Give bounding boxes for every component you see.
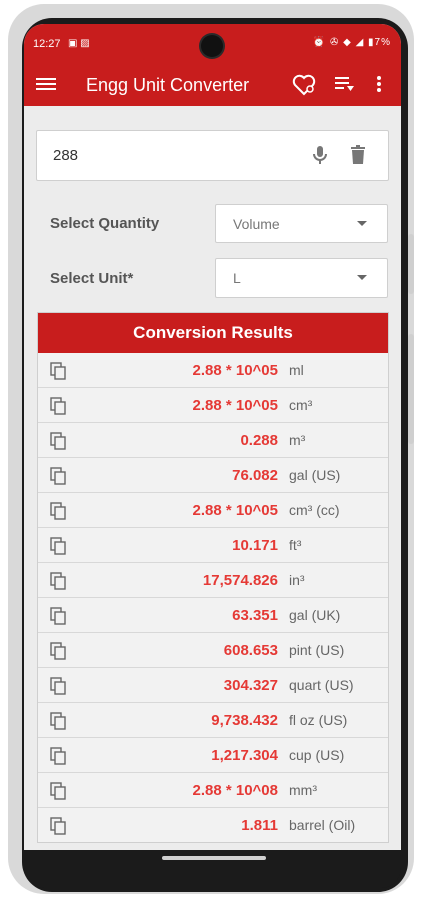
result-row: 2.88 * 10^08 mm³	[38, 772, 388, 807]
navigation-bar	[24, 850, 401, 888]
copy-icon[interactable]	[50, 677, 66, 695]
result-row: 76.082 gal (US)	[38, 457, 388, 492]
result-unit: ml	[289, 362, 304, 378]
value-input[interactable]: 288	[36, 130, 389, 181]
copy-icon[interactable]	[50, 572, 66, 590]
result-value: 608.653	[223, 642, 278, 659]
copy-icon[interactable]	[50, 607, 66, 625]
result-value: 0.288	[240, 432, 278, 449]
result-value: 2.88 * 10^05	[192, 397, 279, 414]
result-value: 63.351	[232, 607, 278, 624]
copy-icon[interactable]	[50, 747, 66, 765]
result-unit: mm³	[289, 782, 317, 798]
microphone-icon[interactable]	[308, 143, 332, 167]
result-unit: cm³	[289, 397, 313, 413]
side-button	[408, 334, 414, 444]
result-unit: ft³	[289, 537, 302, 553]
copy-icon[interactable]	[50, 817, 66, 835]
system-icons: ⏰ ✇ ◆ ◢ ▮7%	[312, 37, 391, 48]
more-options-icon[interactable]	[376, 74, 382, 99]
result-row: 17,574.826 in³	[38, 562, 388, 597]
unit-value: L	[233, 270, 241, 286]
result-value: 1.811	[241, 817, 278, 834]
result-unit: quart (US)	[289, 677, 354, 693]
unit-select[interactable]: L	[215, 258, 388, 298]
delete-icon[interactable]	[346, 143, 370, 167]
quantity-select[interactable]: Volume	[215, 204, 388, 243]
copy-icon[interactable]	[50, 502, 66, 520]
copy-icon[interactable]	[50, 782, 66, 800]
app-title: Engg Unit Converter	[86, 75, 250, 95]
result-value: 17,574.826	[202, 572, 278, 589]
result-row: 608.653 pint (US)	[38, 632, 388, 667]
result-row: 2.88 * 10^05 ml	[38, 353, 388, 387]
result-value: 2.88 * 10^08	[192, 782, 279, 799]
unit-label: Select Unit*	[50, 270, 134, 287]
result-value: 2.88 * 10^05	[192, 502, 279, 519]
result-value: 76.082	[232, 467, 278, 484]
result-unit: gal (UK)	[289, 607, 341, 623]
result-value: 9,738.432	[211, 712, 278, 729]
camera-cutout	[201, 35, 223, 57]
input-value[interactable]: 288	[53, 147, 78, 164]
result-unit: fl oz (US)	[289, 712, 348, 728]
status-time: 12:27	[33, 38, 61, 50]
status-bar: 12:27 ▣ ▨ ⏰ ✇ ◆ ◢ ▮7%	[24, 24, 401, 64]
app-bar: Engg Unit Converter	[24, 64, 401, 106]
copy-icon[interactable]	[50, 642, 66, 660]
result-unit: cup (US)	[289, 747, 345, 763]
chevron-down-icon	[357, 275, 367, 280]
favorite-heart-icon[interactable]	[292, 74, 316, 101]
copy-icon[interactable]	[50, 712, 66, 730]
filter-list-icon[interactable]	[334, 74, 356, 99]
result-value: 10.171	[232, 537, 278, 554]
result-value: 304.327	[223, 677, 278, 694]
result-unit: gal (US)	[289, 467, 341, 483]
result-value: 1,217.304	[211, 747, 278, 764]
result-row: 1,217.304 cup (US)	[38, 737, 388, 772]
copy-icon[interactable]	[50, 467, 66, 485]
copy-icon[interactable]	[50, 537, 66, 555]
result-row: 2.88 * 10^05 cm³ (cc)	[38, 492, 388, 527]
menu-icon[interactable]	[36, 75, 56, 95]
quantity-value: Volume	[233, 216, 280, 232]
result-unit: pint (US)	[289, 642, 345, 658]
result-unit: in³	[289, 572, 305, 588]
chevron-down-icon	[357, 221, 367, 226]
result-row: 1.811 barrel (Oil)	[38, 807, 388, 842]
copy-icon[interactable]	[50, 432, 66, 450]
result-row: 304.327 quart (US)	[38, 667, 388, 702]
results-header: Conversion Results	[38, 313, 388, 353]
result-value: 2.88 * 10^05	[192, 362, 279, 379]
result-unit: barrel (Oil)	[289, 817, 356, 833]
result-row: 10.171 ft³	[38, 527, 388, 562]
volume-button	[408, 234, 414, 294]
copy-icon[interactable]	[50, 397, 66, 415]
notification-icons: ▣ ▨	[68, 38, 90, 49]
result-unit: cm³ (cc)	[289, 502, 340, 518]
quantity-label: Select Quantity	[50, 215, 160, 232]
result-unit: m³	[289, 432, 306, 448]
home-indicator[interactable]	[162, 856, 266, 860]
result-row: 9,738.432 fl oz (US)	[38, 702, 388, 737]
screen: 12:27 ▣ ▨ ⏰ ✇ ◆ ◢ ▮7% Engg Unit Converte…	[24, 24, 401, 850]
result-row: 2.88 * 10^05 cm³	[38, 387, 388, 422]
results-rows: 2.88 * 10^05 ml 2.88 * 10^05 cm³ 0.288 m³ 76.0…	[38, 353, 388, 842]
results-table: Conversion Results 2.88 * 10^05 ml 2.88 * …	[37, 312, 389, 843]
copy-icon[interactable]	[50, 362, 66, 380]
result-row: 63.351 gal (UK)	[38, 597, 388, 632]
result-row: 0.288 m³	[38, 422, 388, 457]
